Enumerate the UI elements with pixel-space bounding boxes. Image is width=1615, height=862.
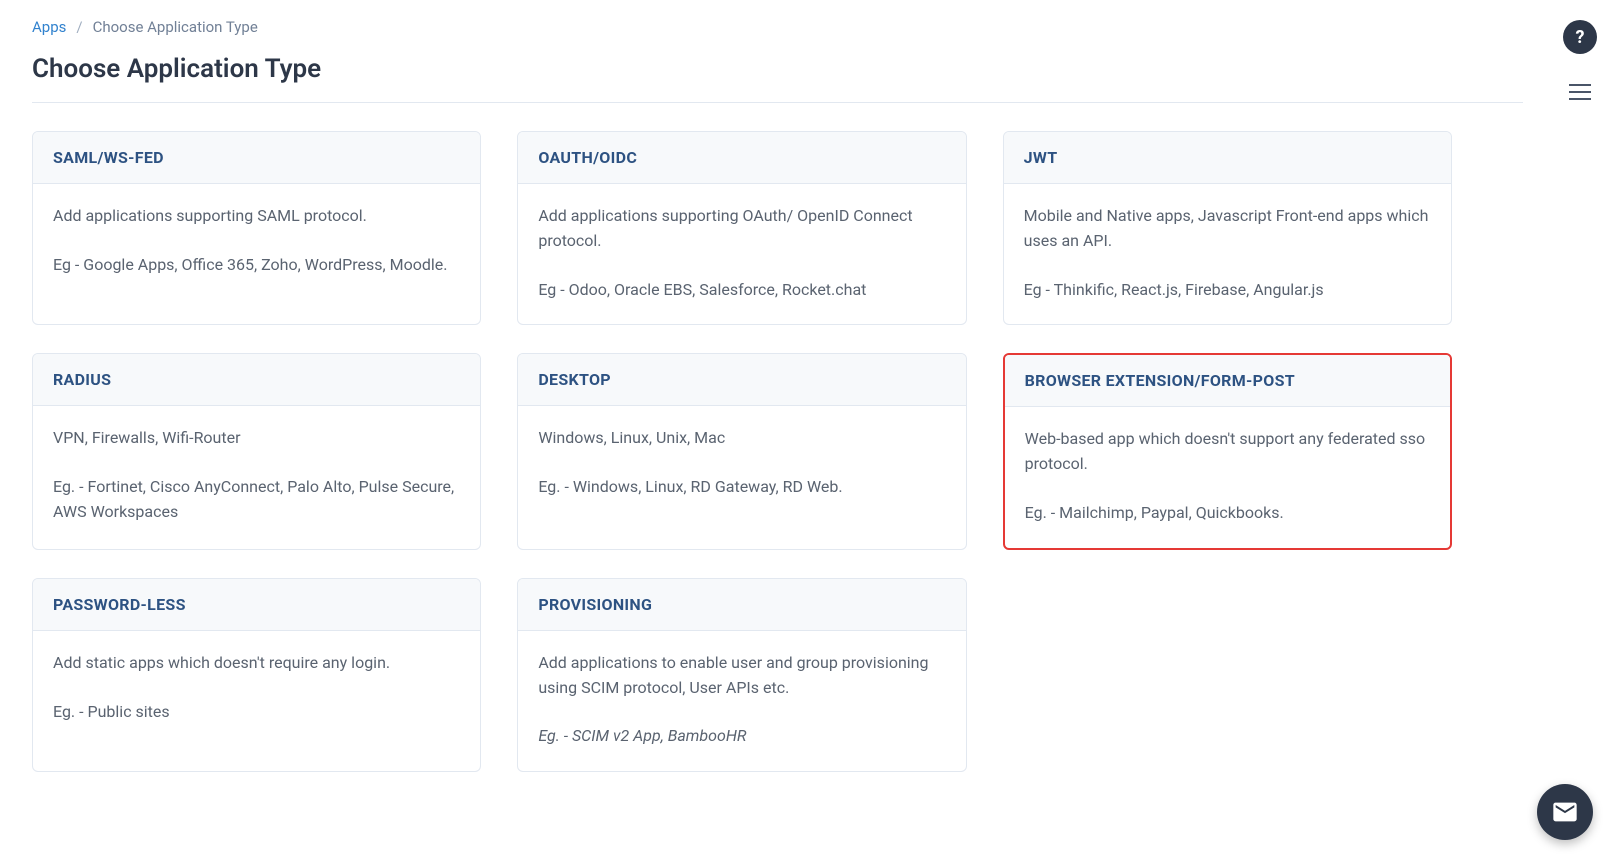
card-title: DESKTOP bbox=[538, 370, 945, 389]
help-icon[interactable]: ? bbox=[1563, 20, 1597, 54]
card-title: PROVISIONING bbox=[538, 595, 945, 614]
breadcrumb-current: Choose Application Type bbox=[93, 18, 258, 36]
card-title: JWT bbox=[1024, 148, 1431, 167]
card-body: VPN, Firewalls, Wifi-Router Eg. - Fortine… bbox=[33, 406, 480, 546]
card-description: Add static apps which doesn't require an… bbox=[53, 651, 460, 676]
mail-icon bbox=[1551, 798, 1579, 826]
app-type-card[interactable]: OAUTH/OIDC Add applications supporting OA… bbox=[517, 131, 966, 325]
main-content: Apps / Choose Application Type Choose Ap… bbox=[0, 0, 1555, 792]
app-type-card[interactable]: PROVISIONING Add applications to enable u… bbox=[517, 578, 966, 772]
right-icon-column: ? bbox=[1563, 20, 1597, 100]
card-body: Add applications supporting SAML protoco… bbox=[33, 184, 480, 300]
card-body: Web-based app which doesn't support any … bbox=[1005, 407, 1450, 547]
card-header: DESKTOP bbox=[518, 354, 965, 406]
app-type-card[interactable]: RADIUS VPN, Firewalls, Wifi-Router Eg. - F… bbox=[32, 353, 481, 549]
card-body: Add applications supporting OAuth/ OpenI… bbox=[518, 184, 965, 324]
card-description: Add applications supporting OAuth/ OpenI… bbox=[538, 204, 945, 254]
card-header: BROWSER EXTENSION/FORM-POST bbox=[1005, 355, 1450, 407]
card-header: SAML/WS-FED bbox=[33, 132, 480, 184]
card-title: SAML/WS-FED bbox=[53, 148, 460, 167]
card-description: Add applications to enable user and grou… bbox=[538, 651, 945, 701]
card-header: RADIUS bbox=[33, 354, 480, 406]
card-title: RADIUS bbox=[53, 370, 460, 389]
card-example: Eg. - Windows, Linux, RD Gateway, RD Web… bbox=[538, 475, 945, 500]
card-description: Web-based app which doesn't support any … bbox=[1025, 427, 1430, 477]
card-header: OAUTH/OIDC bbox=[518, 132, 965, 184]
card-description: VPN, Firewalls, Wifi-Router bbox=[53, 426, 460, 451]
card-title: OAUTH/OIDC bbox=[538, 148, 945, 167]
hamburger-icon[interactable] bbox=[1569, 84, 1591, 100]
card-example: Eg - Google Apps, Office 365, Zoho, Word… bbox=[53, 253, 460, 278]
breadcrumb-separator: / bbox=[76, 18, 82, 36]
breadcrumb: Apps / Choose Application Type bbox=[32, 18, 1523, 36]
cards-grid: SAML/WS-FED Add applications supporting S… bbox=[32, 131, 1452, 772]
card-example: Eg. - Public sites bbox=[53, 700, 460, 725]
mail-fab[interactable] bbox=[1537, 784, 1593, 840]
app-type-card[interactable]: SAML/WS-FED Add applications supporting S… bbox=[32, 131, 481, 325]
card-title: BROWSER EXTENSION/FORM-POST bbox=[1025, 371, 1430, 390]
page-title: Choose Application Type bbox=[32, 54, 1523, 84]
card-example: Eg - Thinkific, React.js, Firebase, Angu… bbox=[1024, 278, 1431, 303]
app-type-card[interactable]: JWT Mobile and Native apps, Javascript Fr… bbox=[1003, 131, 1452, 325]
card-header: PASSWORD-LESS bbox=[33, 579, 480, 631]
breadcrumb-parent-link[interactable]: Apps bbox=[32, 18, 66, 36]
card-example: Eg. - SCIM v2 App, BambooHR bbox=[538, 724, 945, 749]
card-title: PASSWORD-LESS bbox=[53, 595, 460, 614]
card-example: Eg. - Mailchimp, Paypal, Quickbooks. bbox=[1025, 501, 1430, 526]
card-description: Mobile and Native apps, Javascript Front… bbox=[1024, 204, 1431, 254]
app-type-card[interactable]: DESKTOP Windows, Linux, Unix, Mac Eg. - Wi… bbox=[517, 353, 966, 549]
app-type-card[interactable]: BROWSER EXTENSION/FORM-POST Web-based app… bbox=[1003, 353, 1452, 549]
card-body: Add static apps which doesn't require an… bbox=[33, 631, 480, 747]
card-header: PROVISIONING bbox=[518, 579, 965, 631]
app-type-card[interactable]: PASSWORD-LESS Add static apps which doesn… bbox=[32, 578, 481, 772]
card-body: Add applications to enable user and grou… bbox=[518, 631, 965, 771]
card-example: Eg. - Fortinet, Cisco AnyConnect, Palo A… bbox=[53, 475, 460, 525]
card-description: Add applications supporting SAML protoco… bbox=[53, 204, 460, 229]
card-description: Windows, Linux, Unix, Mac bbox=[538, 426, 945, 451]
card-body: Mobile and Native apps, Javascript Front… bbox=[1004, 184, 1451, 324]
divider bbox=[32, 102, 1523, 103]
card-body: Windows, Linux, Unix, Mac Eg. - Windows, … bbox=[518, 406, 965, 522]
card-header: JWT bbox=[1004, 132, 1451, 184]
card-example: Eg - Odoo, Oracle EBS, Salesforce, Rocke… bbox=[538, 278, 945, 303]
